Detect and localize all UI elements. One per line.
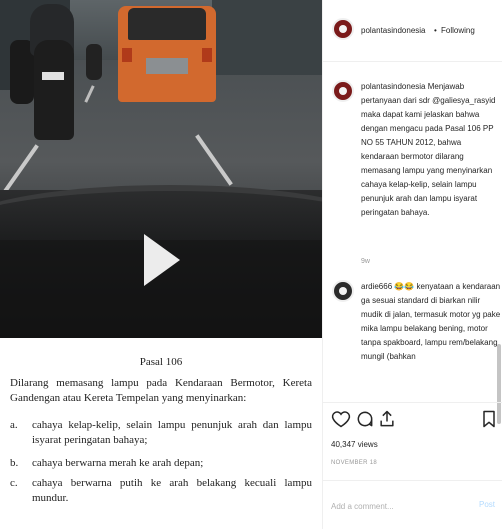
- avatar[interactable]: [332, 80, 354, 102]
- video-player[interactable]: [0, 0, 322, 338]
- caption-comment: polantasindonesia Menjawab pertanyaan da…: [361, 82, 496, 217]
- add-comment-bar: Post: [323, 480, 502, 529]
- username-link[interactable]: polantasindonesia: [361, 26, 426, 35]
- comment-timestamp[interactable]: 9w: [361, 258, 370, 265]
- heart-icon[interactable]: [331, 409, 351, 429]
- post-button[interactable]: Post: [479, 500, 495, 509]
- post-sidebar: polantasindonesia • Following polantasin…: [322, 0, 502, 529]
- motorcycle-tail-light: [42, 72, 64, 80]
- motorcycle: [86, 44, 102, 80]
- car-tail-light: [122, 48, 132, 62]
- post-media: Pasal 106 Dilarang memasang lampu pada K…: [0, 0, 322, 529]
- separator-dot: •: [434, 26, 437, 35]
- action-bar: [323, 402, 502, 434]
- avatar[interactable]: [332, 18, 354, 40]
- regulation-document: Pasal 106 Dilarang memasang lampu pada K…: [0, 338, 322, 529]
- building-right: [212, 0, 322, 75]
- view-count[interactable]: 40,347 views: [331, 440, 378, 449]
- share-icon[interactable]: [377, 409, 397, 429]
- car-tail-light: [202, 48, 212, 62]
- document-paragraph: Dilarang memasang lampu pada Kendaraan B…: [10, 377, 312, 404]
- car-rear-window: [128, 8, 206, 40]
- post-date[interactable]: NOVEMBER 18: [331, 460, 377, 466]
- comments-list[interactable]: polantasindonesia Menjawab pertanyaan da…: [323, 62, 502, 424]
- item-label: b.: [10, 457, 19, 469]
- item-label: c.: [10, 477, 18, 489]
- comment-input[interactable]: [331, 497, 461, 515]
- motorcycle: [34, 40, 74, 140]
- document-title: Pasal 106: [139, 356, 183, 368]
- item-text: cahaya berwarna merah ke arah depan;: [32, 457, 204, 469]
- comment-icon[interactable]: [355, 409, 375, 429]
- comment-text: ardie666 😂😂 kenyataan a kendaraan ga ses…: [361, 282, 501, 361]
- bookmark-icon[interactable]: [479, 409, 499, 429]
- avatar[interactable]: [332, 280, 354, 302]
- play-icon[interactable]: [144, 234, 180, 286]
- post-header: polantasindonesia • Following: [323, 0, 502, 62]
- car-license-plate: [146, 58, 188, 74]
- item-label: a.: [10, 419, 18, 431]
- item-text: cahaya berwarna putih ke arah belakang k…: [32, 477, 312, 504]
- item-text: cahaya kelap-kelip, selain lampu penunju…: [32, 419, 312, 446]
- following-button[interactable]: Following: [441, 26, 475, 35]
